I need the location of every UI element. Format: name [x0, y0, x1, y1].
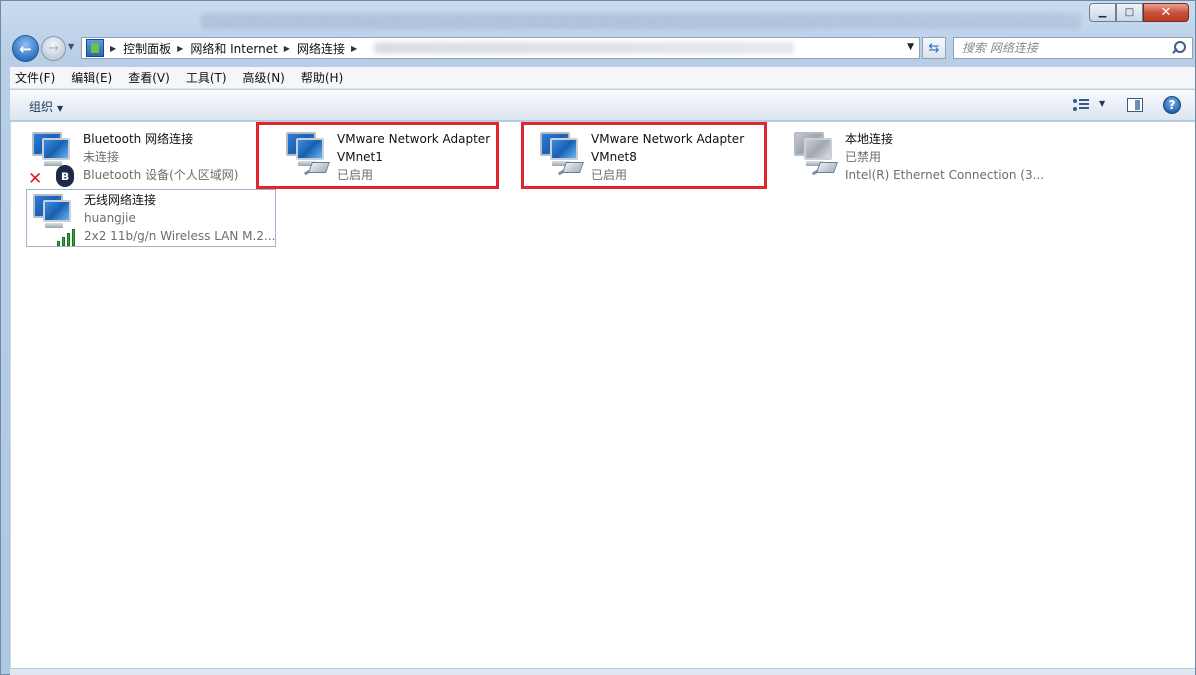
organize-button[interactable]: 组织 ▼: [29, 98, 63, 115]
connection-local[interactable]: 本地连接 已禁用 Intel(R) Ethernet Connection (3…: [788, 128, 1048, 184]
close-button[interactable]: ✕: [1143, 3, 1189, 22]
connection-device: 2x2 11b/g/n Wireless LAN M.2...: [84, 229, 276, 243]
address-history-dropdown[interactable]: ▼: [907, 42, 914, 52]
breadcrumb-separator[interactable]: ▶: [351, 44, 357, 53]
menu-help[interactable]: 帮助(H): [301, 69, 343, 86]
refresh-button[interactable]: ⇆: [922, 37, 946, 59]
menu-advanced[interactable]: 高级(N): [243, 69, 285, 86]
highlight-box-vmnet1: [256, 122, 499, 189]
breadcrumb-network-internet[interactable]: 网络和 Internet: [190, 40, 277, 57]
breadcrumb-separator[interactable]: ▶: [177, 44, 183, 53]
search-box[interactable]: [953, 37, 1193, 59]
connection-bluetooth[interactable]: ✕ ʙ Bluetooth 网络连接 未连接 Bluetooth 设备(个人区域…: [26, 128, 266, 188]
wireless-signal-icon: [55, 226, 77, 246]
chevron-down-icon: ▼: [57, 104, 64, 113]
breadcrumb-control-panel[interactable]: 控制面板: [123, 40, 171, 57]
back-arrow-icon: ←: [19, 39, 32, 58]
connection-ssid: huangjie: [84, 211, 136, 225]
connection-name: Bluetooth 网络连接: [83, 132, 194, 146]
refresh-icon: ⇆: [928, 40, 940, 56]
connection-device: Bluetooth 设备(个人区域网): [83, 168, 239, 182]
command-bar: 组织 ▼ ▼ ?: [10, 90, 1195, 121]
connection-device: Intel(R) Ethernet Connection (3...: [845, 168, 1045, 182]
address-bar[interactable]: ▶ 控制面板 ▶ 网络和 Internet ▶ 网络连接 ▶ ▼: [81, 37, 920, 59]
maximize-button[interactable]: □: [1116, 3, 1143, 22]
menu-file[interactable]: 文件(F): [15, 69, 55, 86]
forward-button[interactable]: →: [41, 36, 66, 61]
breadcrumb-separator[interactable]: ▶: [284, 44, 290, 53]
back-button[interactable]: ←: [12, 35, 39, 62]
menu-bar: 文件(F) 编辑(E) 查看(V) 工具(T) 高级(N) 帮助(H): [10, 67, 1195, 89]
help-button[interactable]: ?: [1163, 96, 1181, 114]
connection-name: 本地连接: [845, 132, 894, 146]
control-panel-icon: [86, 39, 104, 57]
window-controls: ▁ □ ✕: [1089, 3, 1189, 22]
breadcrumb-separator[interactable]: ▶: [110, 44, 116, 53]
connection-wireless[interactable]: 无线网络连接 huangjie 2x2 11b/g/n Wireless LAN…: [26, 189, 276, 247]
menu-view[interactable]: 查看(V): [128, 69, 170, 86]
navigation-bar: ← → ▼ ▶ 控制面板 ▶ 网络和 Internet ▶ 网络连接 ▶ ▼ ⇆: [1, 33, 1195, 63]
menu-tools[interactable]: 工具(T): [186, 69, 227, 86]
search-icon[interactable]: [1170, 40, 1186, 56]
preview-pane-icon[interactable]: [1127, 98, 1143, 112]
view-options-dropdown[interactable]: ▼: [1099, 99, 1105, 108]
network-connection-icon: [790, 132, 839, 182]
search-input[interactable]: [962, 39, 1170, 57]
change-view-icon[interactable]: [1073, 97, 1089, 113]
ethernet-cable-icon: [811, 160, 839, 176]
explorer-window: ▁ □ ✕ ← → ▼ ▶ 控制面板 ▶ 网络和 Internet ▶ 网络连接…: [0, 0, 1196, 675]
status-bar: [10, 668, 1195, 675]
organize-label: 组织: [29, 100, 54, 114]
connections-list[interactable]: ✕ ʙ Bluetooth 网络连接 未连接 Bluetooth 设备(个人区域…: [10, 122, 1195, 668]
highlight-box-vmnet8: [521, 122, 767, 189]
connection-name: 无线网络连接: [84, 193, 157, 207]
menu-edit[interactable]: 编辑(E): [71, 69, 112, 86]
connection-status: 未连接: [83, 150, 120, 164]
title-bar[interactable]: ▁ □ ✕: [1, 1, 1195, 31]
network-connection-icon: [29, 194, 77, 246]
recent-pages-dropdown[interactable]: ▼: [68, 42, 74, 51]
connection-status: 已禁用: [845, 150, 882, 164]
disconnected-x-icon: ✕: [28, 169, 43, 189]
minimize-button[interactable]: ▁: [1089, 3, 1116, 22]
blurred-title-text: [201, 13, 1081, 29]
bluetooth-icon: ʙ: [56, 165, 74, 187]
blurred-overlay: [374, 42, 795, 54]
breadcrumb-network-connections[interactable]: 网络连接: [297, 40, 345, 57]
forward-arrow-icon: →: [48, 41, 59, 56]
network-connection-icon: ✕ ʙ: [28, 132, 76, 188]
